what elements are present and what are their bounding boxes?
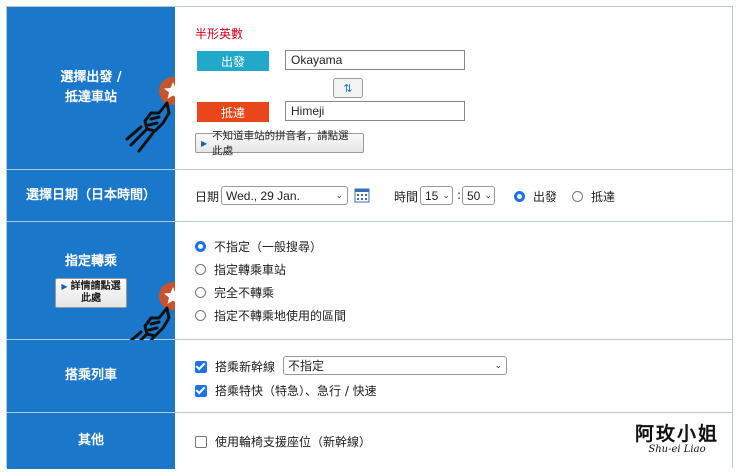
arrival-radio-option[interactable]: 抵達 <box>572 188 615 205</box>
other-row-content: 使用輪椅支援座位（新幹線） 阿玫小姐 Shu-ei Liao <box>175 413 732 469</box>
other-row: 其他 使用輪椅支援座位（新幹線） 阿玫小姐 Shu-ei Liao <box>7 413 732 469</box>
transfer-option-section[interactable]: 指定不轉乘地使用的區間 <box>195 307 346 324</box>
shinkansen-option[interactable]: 搭乘新幹線 <box>195 358 275 375</box>
train-type-row: 搭乘列車 搭乘新幹線 不指定 ⌄ 搭乘特快（特急）、急行 / 快速 <box>7 340 732 413</box>
transfer-option-no-transfer[interactable]: 完全不轉乘 <box>195 284 274 301</box>
shinkansen-select[interactable]: 不指定 ⌄ <box>283 356 507 375</box>
arrival-tag: 抵達 <box>197 102 269 122</box>
transfer-radio[interactable] <box>195 310 206 321</box>
play-triangle-icon: ▶ <box>61 282 68 291</box>
wheelchair-checkbox[interactable] <box>195 435 207 448</box>
chevron-down-icon: ⌄ <box>335 190 343 200</box>
departure-tag: 出發 <box>197 51 269 71</box>
departure-radio[interactable] <box>514 191 525 202</box>
other-row-label: 其他 <box>7 413 175 469</box>
transfer-row: 指定轉乘 ▶ 詳情請點選 此處 不指定（一般搜尋） 指定轉乘車站 完全不轉乘 指… <box>7 222 732 358</box>
date-label: 日期 <box>195 190 220 204</box>
chevron-down-icon: ⌄ <box>442 190 450 200</box>
station-row-content: 半形英數 出發 Okayama ⇅ 抵達 Himeji ▶ 不知道車站的拼音者，… <box>175 7 732 169</box>
date-row-content: 日期 Wed., 29 Jan. ⌄ 時間 15 ⌄ : 50 ⌄ 出發 抵達 <box>175 170 732 221</box>
transfer-row-content: 不指定（一般搜尋） 指定轉乘車站 完全不轉乘 指定不轉乘地使用的區間 <box>175 222 732 339</box>
station-row-label: 選擇出發 / 抵達車站 <box>7 7 187 169</box>
date-row-label: 選擇日期（日本時間） <box>7 170 175 221</box>
time-label: 時間 <box>394 190 419 204</box>
swap-icon: ⇅ <box>343 81 353 95</box>
swap-stations-button[interactable]: ⇅ <box>333 78 363 98</box>
express-option[interactable]: 搭乘特快（特急）、急行 / 快速 <box>195 382 377 399</box>
chevron-down-icon: ⌄ <box>494 360 502 370</box>
romaji-help-button[interactable]: ▶ 不知道車站的拼音者，請點選此處 <box>195 130 364 157</box>
halfwidth-hint: 半形英數 <box>195 27 244 41</box>
arrival-radio[interactable] <box>572 191 583 202</box>
station-row: 選擇出發 / 抵達車站 半形英數 出發 Okayama ⇅ 抵達 Himeji <box>7 7 732 170</box>
search-form: 選擇出發 / 抵達車站 半形英數 出發 Okayama ⇅ 抵達 Himeji <box>6 6 733 469</box>
calendar-icon[interactable] <box>354 187 370 203</box>
transfer-option-station[interactable]: 指定轉乘車站 <box>195 261 286 278</box>
play-triangle-icon: ▶ <box>201 138 208 148</box>
train-type-row-label: 搭乘列車 <box>7 340 175 412</box>
date-row: 選擇日期（日本時間） 日期 Wed., 29 Jan. ⌄ 時間 15 ⌄ : <box>7 170 732 222</box>
transfer-radio[interactable] <box>195 241 206 252</box>
transfer-option-none[interactable]: 不指定（一般搜尋） <box>195 238 322 255</box>
hour-select[interactable]: 15 ⌄ <box>420 186 453 205</box>
transfer-radio[interactable] <box>195 264 206 275</box>
train-type-row-content: 搭乘新幹線 不指定 ⌄ 搭乘特快（特急）、急行 / 快速 <box>175 340 732 412</box>
date-select[interactable]: Wed., 29 Jan. ⌄ <box>221 186 348 205</box>
express-checkbox[interactable] <box>195 384 207 397</box>
departure-station-input[interactable]: Okayama <box>285 50 465 70</box>
signature-watermark: 阿玫小姐 Shu-ei Liao <box>634 423 719 455</box>
transfer-row-label: 指定轉乘 ▶ 詳情請點選 此處 <box>7 222 187 358</box>
arrival-station-input[interactable]: Himeji <box>285 101 465 121</box>
transfer-radio[interactable] <box>195 287 206 298</box>
shinkansen-checkbox[interactable] <box>195 360 207 373</box>
departure-radio-option[interactable]: 出發 <box>514 188 557 205</box>
time-colon: : <box>457 188 462 202</box>
wheelchair-option[interactable]: 使用輪椅支援座位（新幹線） <box>195 433 371 450</box>
chevron-down-icon: ⌄ <box>484 190 492 200</box>
transfer-details-button[interactable]: ▶ 詳情請點選 此處 <box>55 278 127 308</box>
minute-select[interactable]: 50 ⌄ <box>462 186 495 205</box>
